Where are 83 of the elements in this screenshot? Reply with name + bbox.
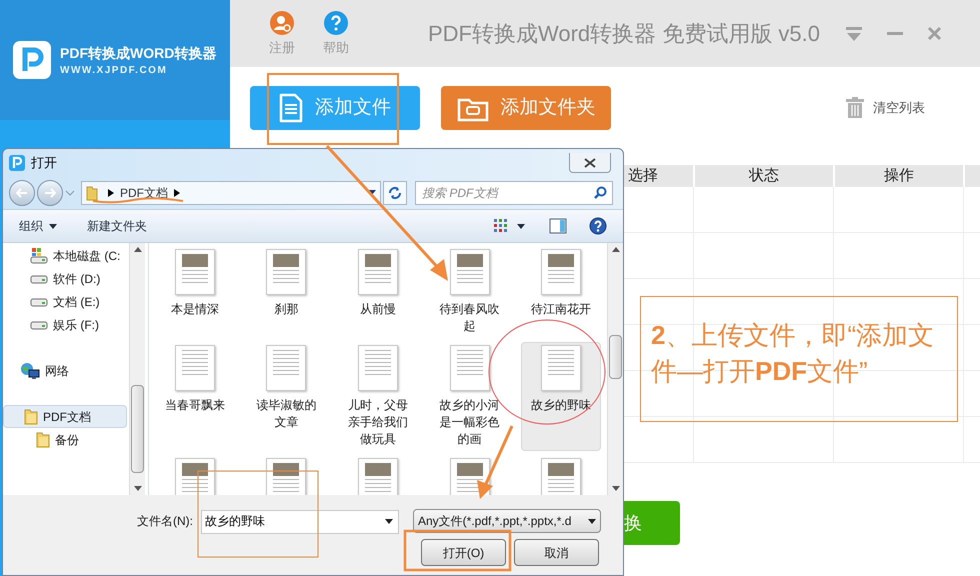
caret-icon	[49, 224, 57, 228]
file-item[interactable]: 待江南花开	[521, 246, 601, 338]
pdf-thumbnail	[450, 345, 490, 391]
view-grid-icon[interactable]	[493, 218, 509, 234]
open-button[interactable]: 打开(O)	[421, 539, 506, 566]
help-icon	[323, 10, 349, 36]
forward-button[interactable]	[37, 180, 63, 206]
caret-icon[interactable]	[385, 519, 393, 524]
pdf-thumbnail	[358, 345, 398, 391]
file-item[interactable]: 故乡的小河是一幅彩色的画	[430, 342, 510, 451]
scrollbar[interactable]	[607, 243, 623, 495]
nav-item[interactable]: 软件 (D:)	[3, 267, 129, 290]
file-item[interactable]: 待到春风吹起	[430, 246, 510, 338]
trash-icon	[845, 97, 865, 119]
back-button[interactable]	[9, 180, 35, 206]
arrow-left-icon	[16, 188, 28, 198]
pdf-thumbnail	[174, 249, 215, 295]
scrollbar-thumb[interactable]	[131, 385, 144, 473]
nav-item[interactable]: 网络	[3, 359, 129, 382]
window-title: PDF转换成Word转换器 免费试用版 v5.0	[428, 20, 820, 48]
caret-icon[interactable]	[517, 224, 525, 228]
website-url: WWW.XJPDF.COM	[60, 64, 168, 78]
arrow-right-icon	[44, 188, 56, 198]
file-item[interactable]: 本是情深	[155, 246, 235, 338]
preview-pane-icon[interactable]	[549, 218, 567, 234]
nav-item[interactable]: 本地磁盘 (C:	[3, 244, 129, 267]
search-field[interactable]: 搜索 PDF文档	[415, 181, 613, 205]
scroll-down-icon[interactable]	[612, 486, 620, 491]
drive-icon	[30, 296, 48, 306]
caret-icon	[588, 518, 596, 524]
annotation-callout: 2、上传文件，即“添加文件—打开PDF文件”	[640, 296, 958, 422]
folder-icon	[86, 185, 98, 201]
refresh-icon	[388, 186, 402, 200]
file-item[interactable]: 儿时，父母亲手给我们做玩具	[338, 342, 418, 451]
close-button[interactable]	[569, 153, 611, 173]
pdf-thumbnail	[358, 249, 398, 295]
nav-item[interactable]: PDF文档	[3, 405, 127, 428]
file-name-field[interactable]: 故乡的野味	[201, 510, 399, 534]
app-icon	[9, 155, 25, 171]
nav-item[interactable]: 娱乐 (F:)	[3, 313, 129, 336]
clear-list-button[interactable]: 清空列表	[845, 97, 925, 119]
file-item[interactable]: 读毕淑敏的文章	[246, 342, 326, 451]
pdf-thumbnail	[541, 345, 582, 391]
organize-menu[interactable]: 组织	[19, 217, 57, 235]
close-icon	[584, 158, 596, 168]
user-icon	[269, 10, 295, 36]
folder-icon	[36, 432, 50, 448]
chevron-icon	[174, 189, 180, 197]
scroll-up-icon[interactable]	[612, 247, 620, 252]
cancel-button[interactable]: 取消	[514, 539, 599, 566]
column-header: 状态	[693, 165, 833, 187]
scrollbar[interactable]	[129, 243, 145, 495]
drive-icon	[30, 274, 48, 284]
logo-icon	[12, 40, 52, 80]
pdf-thumbnail	[174, 345, 215, 391]
nav-item[interactable]: 文档 (E:)	[3, 290, 129, 313]
pdf-thumbnail	[450, 249, 490, 295]
chevron-icon	[108, 189, 114, 197]
dialog-title: 打开	[31, 154, 57, 172]
field-label: 文件名(N):	[137, 513, 194, 530]
app-name: PDF转换成WORD转换器	[60, 44, 216, 62]
network-icon	[20, 362, 40, 380]
file-item[interactable]: 刹那	[246, 246, 326, 338]
new-folder-button[interactable]: 新建文件夹	[87, 217, 147, 235]
file-item[interactable]: 从前慢	[338, 246, 418, 338]
folder-icon	[24, 408, 38, 424]
search-icon	[593, 186, 607, 200]
nav-item[interactable]: 备份	[3, 428, 129, 451]
system-drive-icon	[30, 248, 48, 264]
column-header: 操作	[833, 165, 963, 187]
scrollbar-thumb[interactable]	[609, 335, 622, 379]
refresh-button[interactable]	[383, 181, 407, 205]
pdf-thumbnail	[266, 249, 306, 295]
scroll-down-icon[interactable]	[134, 486, 142, 491]
scroll-up-icon[interactable]	[134, 247, 142, 252]
document-icon	[279, 93, 303, 123]
file-item[interactable]: 故乡的野味	[521, 342, 601, 451]
file-item[interactable]: 当春哥飘来	[155, 342, 235, 451]
pdf-thumbnail	[266, 345, 306, 391]
file-type-dropdown[interactable]: Any文件(*.pdf,*.ppt,*.pptx,*.d	[413, 509, 601, 533]
pdf-thumbnail	[541, 249, 582, 295]
help-icon[interactable]	[589, 217, 607, 235]
drive-icon	[30, 320, 48, 330]
